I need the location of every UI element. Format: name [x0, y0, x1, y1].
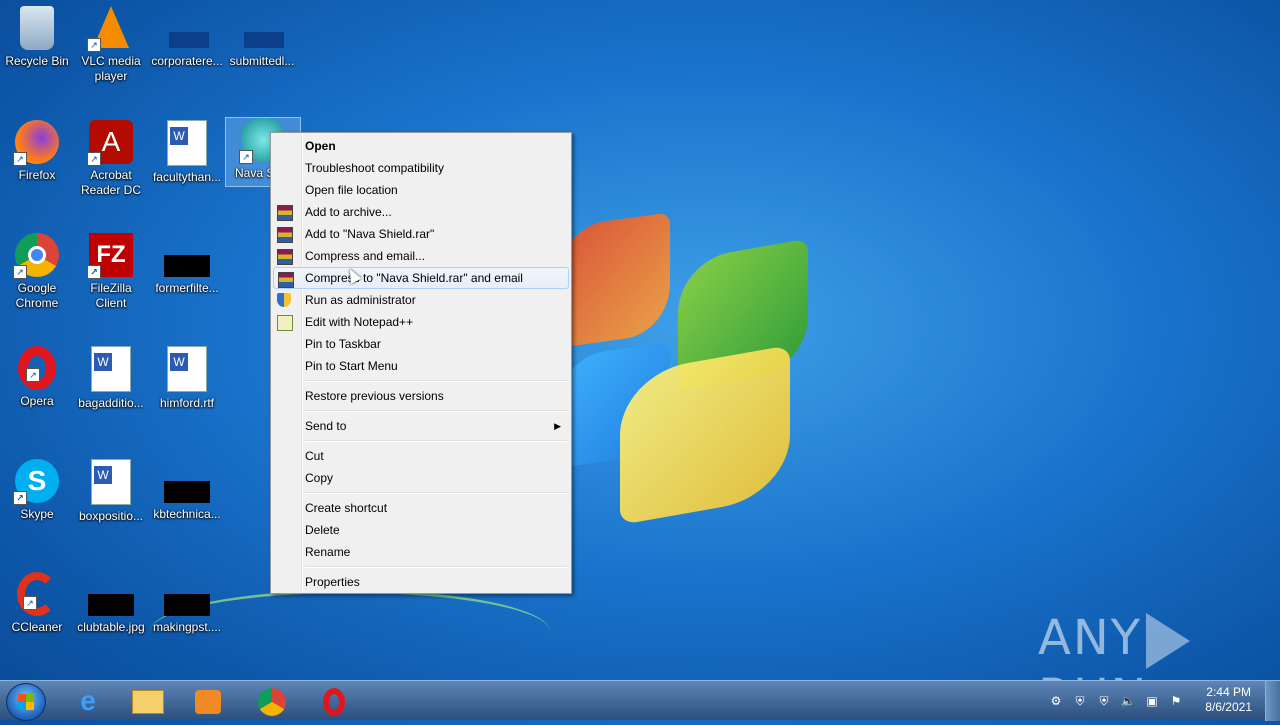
- menu-item-copy[interactable]: Copy: [273, 467, 569, 489]
- chrome-icon: [258, 688, 286, 717]
- file-icon: [164, 233, 210, 277]
- network-icon[interactable]: ⚙: [1048, 693, 1064, 709]
- menu-item-properties[interactable]: Properties: [273, 571, 569, 593]
- desktop-icon-recycle-bin[interactable]: Recycle Bin: [0, 6, 74, 69]
- display-icon[interactable]: ▣: [1144, 693, 1160, 709]
- antivirus-icon[interactable]: ⛨: [1096, 693, 1112, 709]
- desktop-icon-boxpositio[interactable]: W boxpositio...: [74, 459, 148, 524]
- security-shield-icon[interactable]: ⛨: [1072, 693, 1088, 709]
- file-explorer-icon: [132, 690, 164, 715]
- recycle-bin-icon: [20, 6, 54, 50]
- file-icon: [164, 459, 210, 503]
- filezilla-icon: FZ ↗: [87, 233, 133, 279]
- desktop-icon-himford[interactable]: W himford.rtf: [150, 346, 224, 411]
- menu-separator: [305, 410, 567, 412]
- opera-icon: ↗: [18, 346, 56, 390]
- menu-item-open[interactable]: Open: [273, 135, 569, 157]
- start-button[interactable]: [6, 683, 46, 721]
- menu-item-troubleshoot-compatibility[interactable]: Troubleshoot compatibility: [273, 157, 569, 179]
- desktop-icon-clubtable[interactable]: clubtable.jpg: [74, 572, 148, 635]
- file-icon: [164, 572, 210, 616]
- desktop-icon-ccleaner[interactable]: ↗ CCleaner: [0, 572, 74, 635]
- word-doc-icon: W: [167, 120, 207, 166]
- desktop-icon-bagadditio[interactable]: W bagadditio...: [74, 346, 148, 411]
- show-desktop-button[interactable]: [1265, 681, 1280, 721]
- menu-separator: [305, 566, 567, 568]
- desktop-icon-acrobat[interactable]: A ↗ Acrobat Reader DC: [74, 120, 148, 198]
- desktop-icon-kbtechnica[interactable]: kbtechnica...: [150, 459, 224, 522]
- menu-item-add-to-archive[interactable]: Add to archive...: [273, 201, 569, 223]
- word-doc-icon: W: [91, 459, 131, 505]
- desktop-icon-makingpst[interactable]: makingpst....: [150, 572, 224, 635]
- internet-explorer-icon: e: [80, 685, 96, 716]
- desktop-icon-filezilla[interactable]: FZ ↗ FileZilla Client: [74, 233, 148, 311]
- desktop-icon-firefox[interactable]: ↗ Firefox: [0, 120, 74, 183]
- winrar-icon: [277, 249, 293, 265]
- image-file-icon: [88, 572, 134, 616]
- ccleaner-icon: ↗: [17, 572, 57, 616]
- winrar-icon: [277, 227, 293, 243]
- clock-date: 8/6/2021: [1205, 700, 1252, 714]
- play-icon: [1146, 613, 1191, 669]
- desktop-icon-chrome[interactable]: ↗ Google Chrome: [0, 233, 74, 311]
- menu-item-send-to[interactable]: Send to ▶: [273, 415, 569, 437]
- volume-icon[interactable]: 🔈: [1120, 693, 1136, 709]
- context-menu: Open Troubleshoot compatibility Open fil…: [270, 132, 572, 594]
- submenu-arrow-icon: ▶: [554, 421, 561, 431]
- menu-item-restore-previous-versions[interactable]: Restore previous versions: [273, 385, 569, 407]
- notepad-plus-plus-icon: [277, 315, 293, 331]
- menu-separator: [305, 380, 567, 382]
- taskbar-chrome[interactable]: [246, 683, 298, 719]
- winrar-icon: [278, 272, 294, 288]
- desktop-icon-skype[interactable]: S ↗ Skype: [0, 459, 74, 522]
- desktop-icon-opera[interactable]: ↗ Opera: [0, 346, 74, 409]
- menu-item-pin-to-taskbar[interactable]: Pin to Taskbar: [273, 333, 569, 355]
- menu-separator: [305, 492, 567, 494]
- action-center-flag-icon[interactable]: ⚑: [1168, 693, 1184, 709]
- menu-separator: [305, 440, 567, 442]
- taskbar: e ⚙ ⛨ ⛨ 🔈 ▣ ⚑ 2:44 PM 8/6/2021: [0, 680, 1280, 721]
- desktop-icon-formerfilte[interactable]: formerfilte...: [150, 233, 224, 296]
- menu-item-edit-with-notepad[interactable]: Edit with Notepad++: [273, 311, 569, 333]
- word-doc-icon: W: [167, 346, 207, 392]
- file-icon: [240, 6, 284, 50]
- uac-shield-icon: [277, 293, 291, 307]
- windows-logo-wallpaper: [560, 210, 820, 525]
- desktop-icon-submittedl[interactable]: submittedl...: [225, 6, 299, 69]
- media-player-icon: [195, 690, 221, 715]
- taskbar-media-player[interactable]: [182, 683, 234, 719]
- menu-item-compress-to-rar-and-email[interactable]: Compress to "Nava Shield.rar" and email: [273, 267, 569, 289]
- taskbar-clock[interactable]: 2:44 PM 8/6/2021: [1205, 685, 1252, 715]
- menu-item-cut[interactable]: Cut: [273, 445, 569, 467]
- taskbar-file-explorer[interactable]: [122, 683, 174, 719]
- taskbar-opera[interactable]: [308, 683, 360, 719]
- vlc-icon: ↗: [87, 6, 133, 52]
- desktop-icon-facultythan[interactable]: W facultythan...: [150, 120, 224, 185]
- taskbar-internet-explorer[interactable]: e: [62, 683, 114, 719]
- acrobat-icon: A ↗: [87, 120, 133, 166]
- system-tray: ⚙ ⛨ ⛨ 🔈 ▣ ⚑: [1048, 684, 1184, 718]
- opera-icon: [323, 688, 345, 717]
- desktop-icon-corporatere[interactable]: corporatere...: [150, 6, 224, 69]
- menu-item-run-as-administrator[interactable]: Run as administrator: [273, 289, 569, 311]
- menu-item-add-to-rar[interactable]: Add to "Nava Shield.rar": [273, 223, 569, 245]
- menu-item-rename[interactable]: Rename: [273, 541, 569, 563]
- skype-icon: S ↗: [13, 459, 59, 505]
- winrar-icon: [277, 205, 293, 221]
- menu-item-compress-and-email[interactable]: Compress and email...: [273, 245, 569, 267]
- clock-time: 2:44 PM: [1206, 685, 1251, 699]
- file-icon: [165, 6, 209, 50]
- menu-item-create-shortcut[interactable]: Create shortcut: [273, 497, 569, 519]
- menu-item-open-file-location[interactable]: Open file location: [273, 179, 569, 201]
- menu-item-delete[interactable]: Delete: [273, 519, 569, 541]
- chrome-icon: ↗: [13, 233, 59, 279]
- desktop-icon-vlc[interactable]: ↗ VLC media player: [74, 6, 148, 84]
- word-doc-icon: W: [91, 346, 131, 392]
- menu-item-pin-to-start-menu[interactable]: Pin to Start Menu: [273, 355, 569, 377]
- firefox-icon: ↗: [13, 120, 59, 166]
